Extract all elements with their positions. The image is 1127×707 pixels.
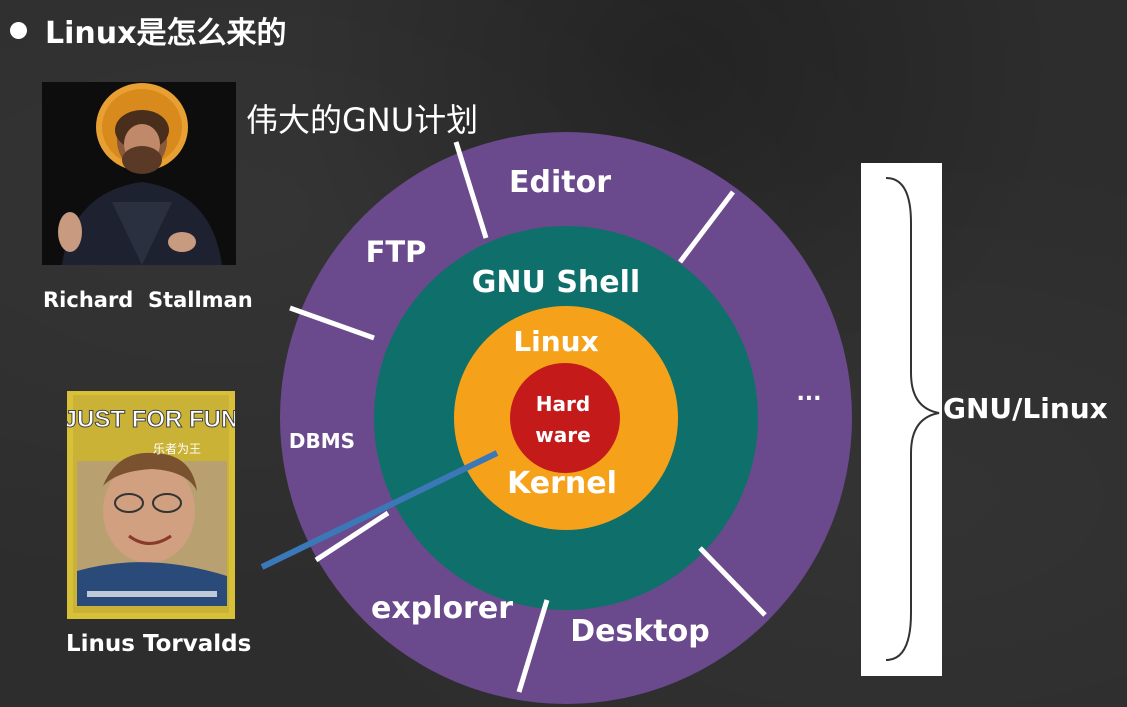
label-ellipsis: ... [796, 381, 821, 406]
gnu-linux-diagram: Editor FTP DBMS explorer Desktop ... GNU… [260, 132, 852, 704]
label-desktop: Desktop [570, 614, 709, 649]
hardware-core [510, 363, 620, 473]
label-hard: Hard [536, 392, 590, 416]
label-gnu-shell: GNU Shell [472, 265, 640, 300]
label-linux: Linux [513, 325, 598, 358]
label-ftp: FTP [366, 235, 427, 269]
bracket-box [861, 163, 942, 676]
label-ware: ware [535, 423, 590, 447]
gnu-linux-label: GNU/Linux [943, 392, 1108, 425]
label-explorer: explorer [371, 591, 513, 626]
label-kernel: Kernel [507, 466, 617, 501]
label-dbms: DBMS [289, 429, 355, 453]
curly-brace-icon [885, 177, 940, 661]
label-editor: Editor [509, 165, 611, 200]
